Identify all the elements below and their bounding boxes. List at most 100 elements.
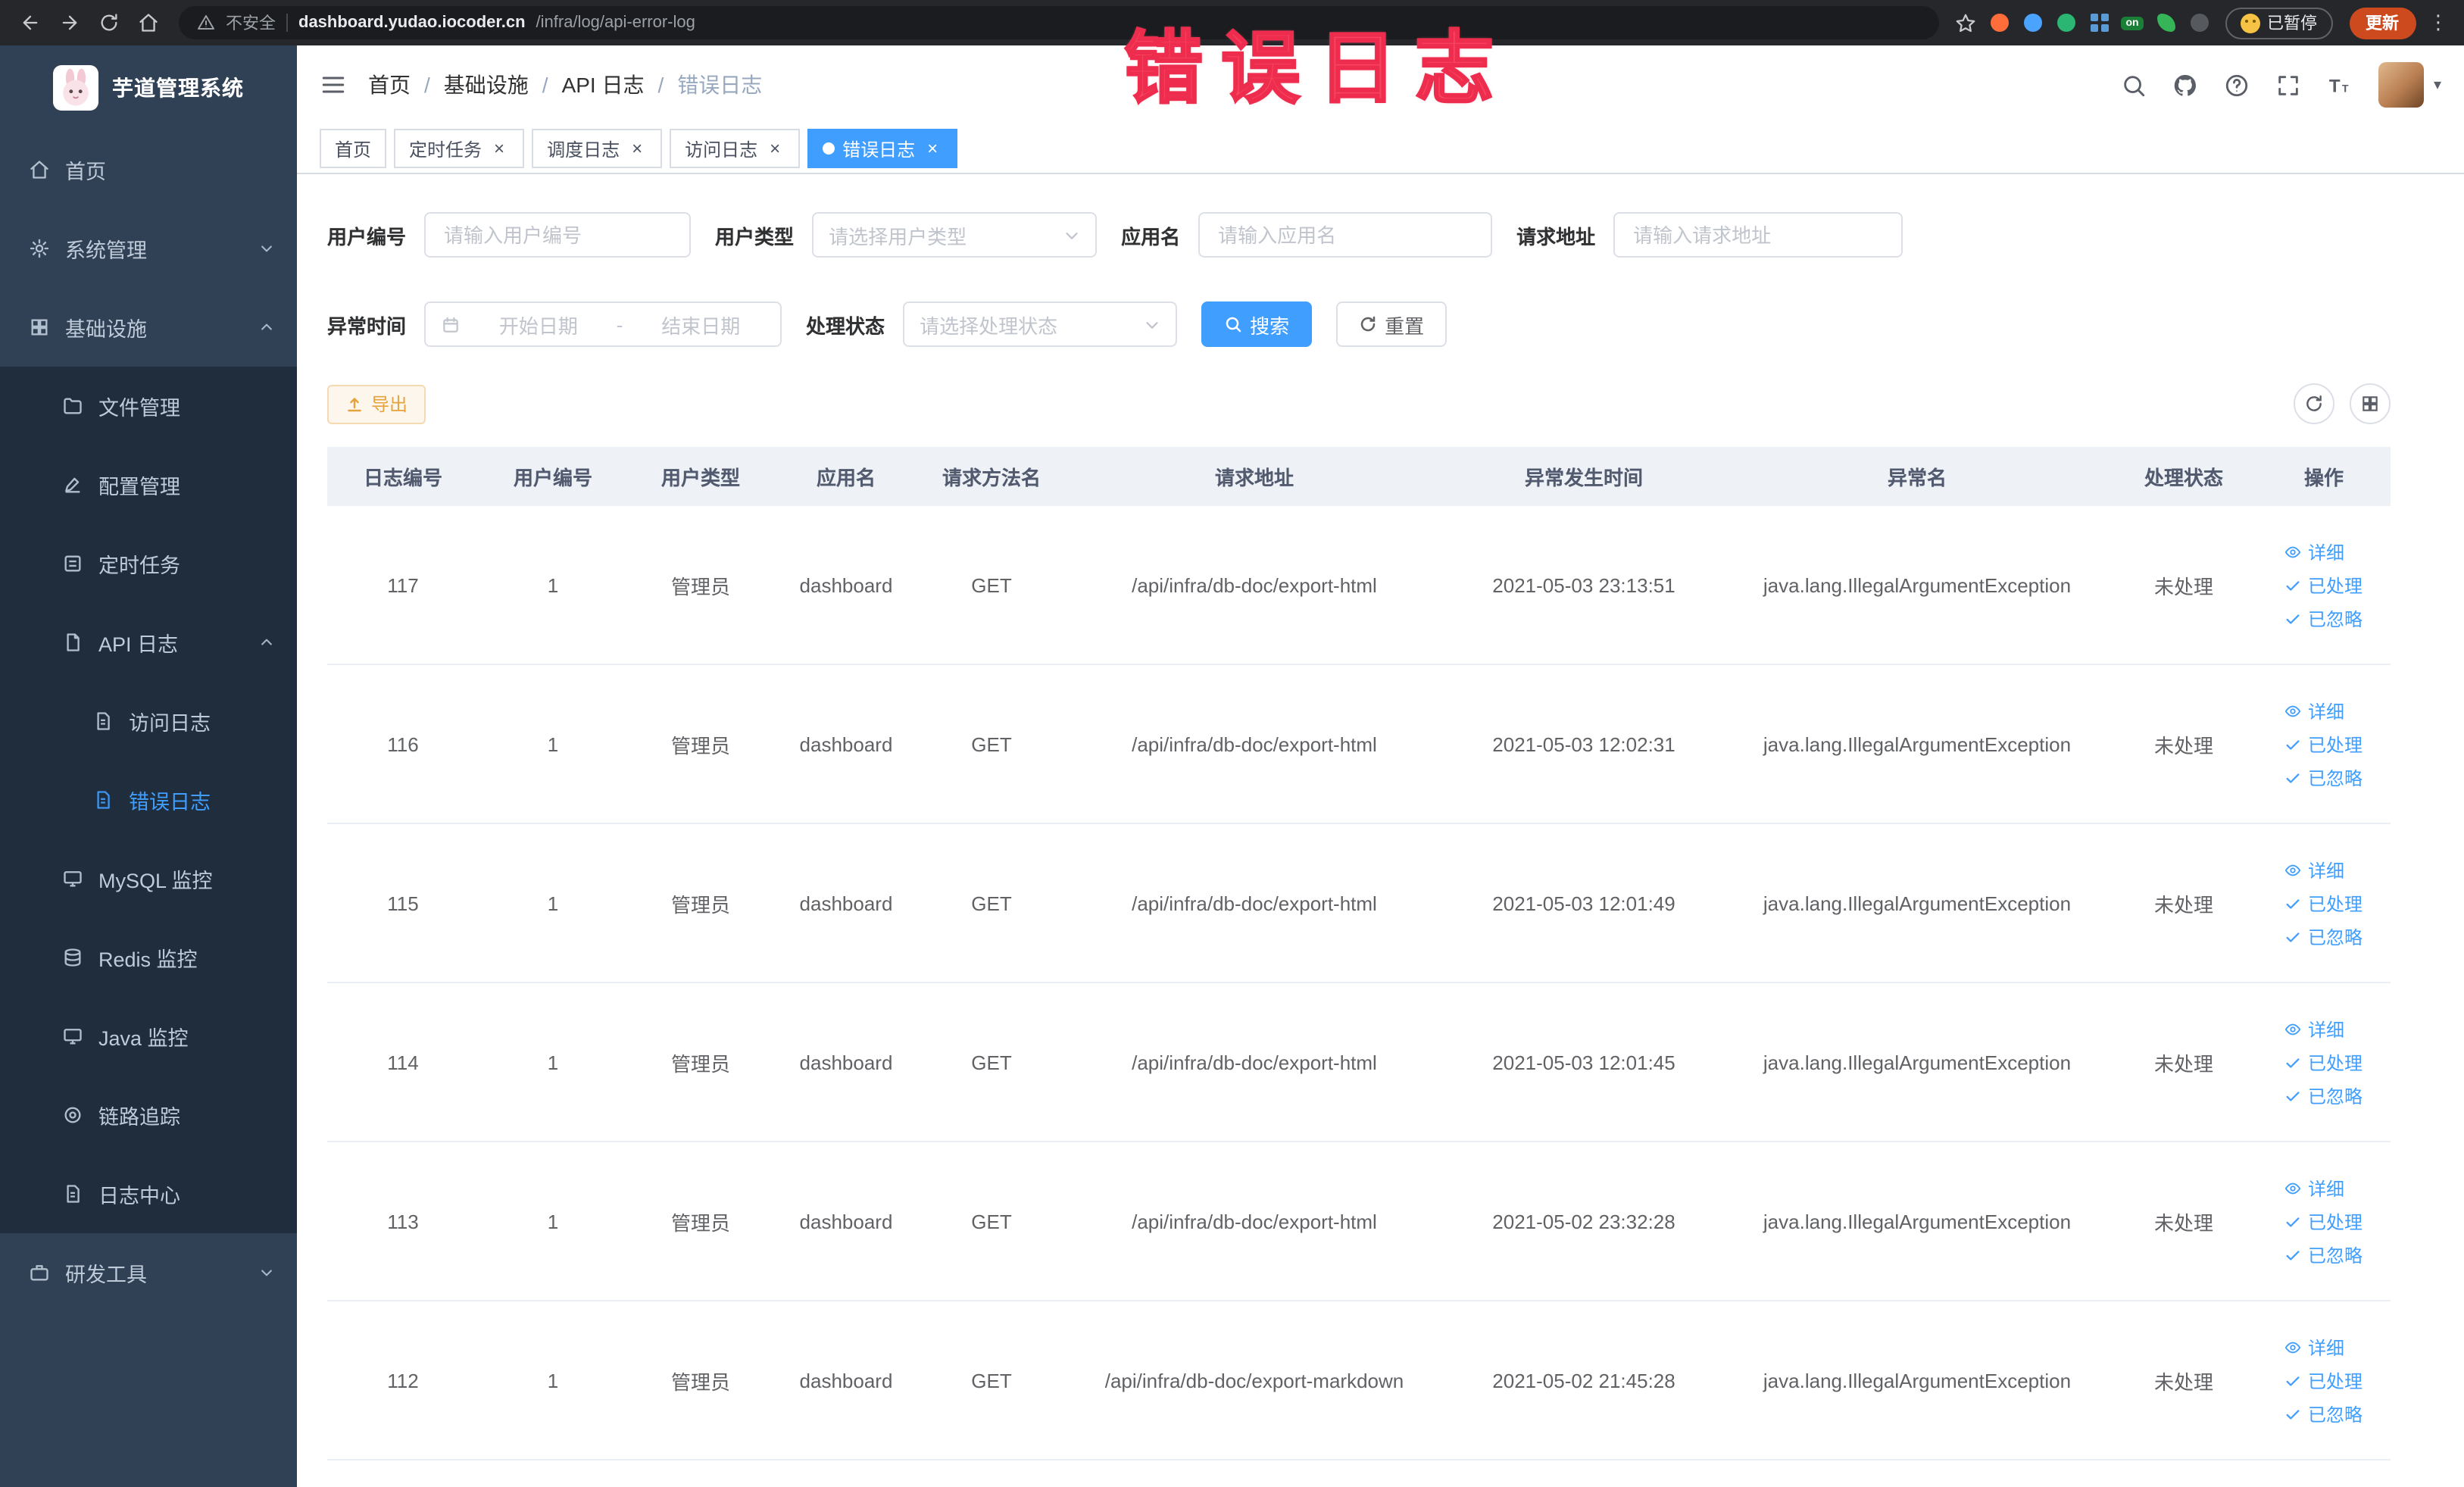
chrome-update-button[interactable]: 更新	[2349, 7, 2416, 39]
tab-error-log[interactable]: 错误日志 ×	[807, 129, 958, 168]
check-icon	[2287, 739, 2300, 749]
extension-plug-icon[interactable]	[2184, 8, 2214, 38]
close-icon[interactable]: ×	[765, 138, 785, 158]
sidebar-item-config-management[interactable]: 配置管理	[0, 445, 297, 524]
filter-label: 处理状态	[806, 314, 885, 337]
chrome-menu-icon[interactable]: ⋮	[2425, 11, 2452, 35]
app-name-input[interactable]	[1198, 212, 1493, 258]
tab-access-log[interactable]: 访问日志 ×	[670, 129, 801, 168]
tab-home[interactable]: 首页	[320, 129, 387, 168]
close-icon[interactable]: ×	[489, 138, 509, 158]
detail-link[interactable]: 详细	[2285, 539, 2344, 564]
sidebar-item-infrastructure[interactable]: 基础设施	[0, 288, 297, 367]
extension-on-badge-icon[interactable]: on	[2117, 8, 2147, 38]
request-url-input[interactable]	[1613, 212, 1903, 258]
tab-scheduled-tasks[interactable]: 定时任务 ×	[394, 129, 525, 168]
filter-row-1: 用户编号 用户类型 请选择用户类型 应用名	[327, 212, 2434, 258]
user-menu[interactable]: ▾	[2378, 62, 2441, 108]
hamburger-icon[interactable]	[320, 71, 347, 98]
refresh-icon	[2306, 395, 2322, 411]
sidebar-item-redis-monitor[interactable]: Redis 监控	[0, 918, 297, 997]
cell-time: 2021-05-03 12:01:49	[1492, 892, 1675, 914]
extension-green-icon[interactable]	[2050, 8, 2081, 38]
view-icon	[2285, 1341, 2302, 1353]
detail-label: 详细	[2307, 542, 2344, 563]
status-select[interactable]: 请选择处理状态	[903, 301, 1178, 347]
sidebar-item-java-monitor[interactable]: Java 监控	[0, 997, 297, 1076]
close-icon[interactable]: ×	[627, 138, 647, 158]
sidebar-item-access-log[interactable]: 访问日志	[0, 682, 297, 761]
filter-user-type: 用户类型 请选择用户类型	[715, 212, 1098, 258]
search-button[interactable]: 搜索	[1201, 301, 1313, 347]
export-button[interactable]: 导出	[327, 384, 426, 423]
ignored-link[interactable]: 已忽略	[2285, 605, 2363, 631]
sidebar-item-log-center[interactable]: 日志中心	[0, 1154, 297, 1233]
reset-button[interactable]: 重置	[1336, 301, 1447, 347]
ignored-link[interactable]: 已忽略	[2285, 923, 2363, 949]
forward-button[interactable]	[52, 5, 88, 41]
sidebar-item-api-log[interactable]: API 日志	[0, 603, 297, 682]
tab-label: 调度日志	[547, 139, 620, 160]
extension-adblock-icon[interactable]	[1984, 8, 2014, 38]
logo[interactable]: 芋道管理系统	[0, 45, 297, 130]
home-button[interactable]	[130, 5, 167, 41]
extension-leaf-icon[interactable]	[2150, 8, 2181, 38]
date-range-picker[interactable]: 开始日期 - 结束日期	[424, 301, 782, 347]
sidebar-item-trace[interactable]: 链路追踪	[0, 1076, 297, 1154]
fullscreen-icon[interactable]	[2276, 72, 2302, 98]
extension-drop-icon[interactable]	[2017, 8, 2047, 38]
sidebar-item-scheduled-tasks[interactable]: 定时任务	[0, 524, 297, 603]
sidebar-item-dev-tools[interactable]: 研发工具	[0, 1233, 297, 1312]
breadcrumb-infrastructure[interactable]: 基础设施	[444, 70, 529, 100]
user-id-input[interactable]	[424, 212, 692, 258]
tab-dispatch-log[interactable]: 调度日志 ×	[532, 129, 663, 168]
ignored-label: 已忽略	[2307, 767, 2363, 789]
search-icon[interactable]	[2122, 72, 2147, 98]
processed-link[interactable]: 已处理	[2285, 1049, 2363, 1075]
processed-link[interactable]: 已处理	[2285, 890, 2363, 916]
document-icon	[61, 1183, 85, 1204]
sidebar-item-file-management[interactable]: 文件管理	[0, 367, 297, 445]
breadcrumb-home[interactable]: 首页	[368, 70, 411, 100]
cell-time: 2021-05-02 21:45:28	[1492, 1369, 1675, 1392]
ignored-link[interactable]: 已忽略	[2285, 1401, 2363, 1426]
cell-app: dashboard	[799, 1051, 893, 1073]
sidebar-item-home[interactable]: 首页	[0, 130, 297, 209]
cell-exception: java.lang.IllegalArgumentException	[1763, 892, 2072, 914]
table-header-row: 日志编号 用户编号 用户类型 应用名 请求方法名 请求地址 异常发生时间 异常名…	[327, 447, 2391, 506]
ignored-link[interactable]: 已忽略	[2285, 1242, 2363, 1267]
github-icon[interactable]	[2173, 72, 2199, 98]
processed-link[interactable]: 已处理	[2285, 1367, 2363, 1393]
reload-button[interactable]	[91, 5, 127, 41]
detail-link[interactable]: 详细	[2285, 1334, 2344, 1360]
sidebar-item-system-management[interactable]: 系统管理	[0, 209, 297, 288]
processed-link[interactable]: 已处理	[2285, 731, 2363, 757]
refresh-table-button[interactable]	[2294, 383, 2334, 424]
processed-link[interactable]: 已处理	[2285, 572, 2363, 598]
detail-link[interactable]: 详细	[2285, 1175, 2344, 1201]
help-icon[interactable]	[2225, 72, 2250, 98]
close-icon[interactable]: ×	[923, 138, 942, 158]
document-icon	[91, 789, 115, 811]
detail-label: 详细	[2307, 701, 2344, 722]
sidebar-item-mysql-monitor[interactable]: MySQL 监控	[0, 839, 297, 918]
processed-link[interactable]: 已处理	[2285, 1208, 2363, 1234]
ignored-link[interactable]: 已忽略	[2285, 1082, 2363, 1108]
detail-link[interactable]: 详细	[2285, 857, 2344, 883]
font-size-icon[interactable]: TT	[2328, 72, 2353, 98]
detail-link[interactable]: 详细	[2285, 1016, 2344, 1042]
user-type-select[interactable]: 请选择用户类型	[812, 212, 1098, 258]
cell-log-id: 115	[387, 892, 419, 914]
bookmark-star-icon[interactable]	[1950, 8, 1981, 38]
address-bar[interactable]: 不安全 dashboard.yudao.iocoder.cn /infra/lo…	[179, 6, 1938, 39]
extension-apps-grid-icon[interactable]	[2084, 8, 2114, 38]
breadcrumb-api-log[interactable]: API 日志	[562, 70, 645, 100]
ignored-link[interactable]: 已忽略	[2285, 764, 2363, 790]
detail-link[interactable]: 详细	[2285, 698, 2344, 723]
cell-user-type: 管理员	[670, 1211, 730, 1234]
sidebar-item-error-log[interactable]: 错误日志	[0, 761, 297, 839]
back-button[interactable]	[12, 5, 48, 41]
profile-paused-badge[interactable]: 已暂停	[2225, 7, 2332, 39]
sidebar-item-label: 定时任务	[98, 555, 180, 577]
column-settings-button[interactable]	[2350, 383, 2391, 424]
